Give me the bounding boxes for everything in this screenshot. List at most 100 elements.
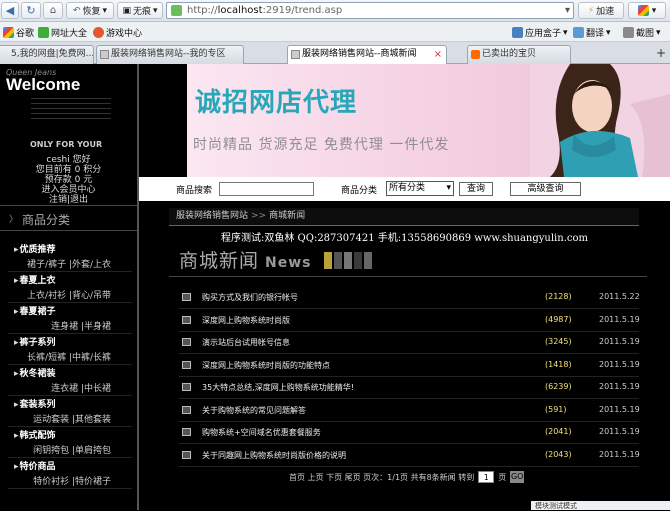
tab-sold-items[interactable]: 已卖出的宝贝 — [467, 45, 571, 64]
category-item[interactable]: 特价商品 — [14, 459, 56, 472]
google-icon — [3, 27, 14, 38]
page-icon — [100, 50, 109, 59]
favorite-google[interactable]: 谷歌 — [3, 26, 34, 39]
screenshot-button[interactable]: 截图 ▾ — [623, 26, 661, 39]
promo-banner[interactable]: 诚招网店代理 时尚精品 货源充足 免费代理 一件代发 — [187, 64, 670, 177]
subcategory-links[interactable]: 闲钥挎包 |单肩挎包 — [33, 443, 111, 456]
tab-strip: 5,我的网盘|免费网... 服装网络销售网站--我的专区 服装网络销售网站--商… — [0, 42, 670, 65]
favorite-sites[interactable]: 网址大全 — [38, 26, 87, 39]
news-title-link[interactable]: 演示站后台试用帐号信息 — [202, 337, 290, 348]
refresh-icon: ↻ — [26, 4, 36, 17]
section-title-en: News — [265, 255, 312, 271]
tab-label: 5,我的网盘|免费网... — [11, 49, 94, 59]
category-divider — [8, 395, 132, 396]
news-row: 关于同趣网上购物系统时尚版价格的说明 (2043) 2011.5.19 — [179, 445, 640, 467]
news-title-link[interactable]: 关于购物系统的常见问题解答 — [202, 405, 306, 416]
category-item[interactable]: 优质推荐 — [14, 242, 56, 255]
banner-title: 诚招网店代理 — [195, 88, 358, 118]
subcategory-links[interactable]: 长裤/短裤 |中裤/长裤 — [27, 350, 111, 363]
tab-my-zone[interactable]: 服装网络销售网站--我的专区 — [96, 45, 244, 64]
news-date: 2011.5.19 — [599, 427, 640, 436]
search-engine-button[interactable]: ▾ — [628, 2, 666, 19]
new-tab-button[interactable]: + — [656, 46, 668, 60]
chevron-down-icon: ▾ — [651, 5, 657, 16]
category-item[interactable]: 秋冬裙装 — [14, 366, 56, 379]
news-title-link[interactable]: 关于同趣网上购物系统时尚版价格的说明 — [202, 450, 346, 461]
search-button[interactable]: 查询 — [459, 182, 493, 196]
page-input[interactable]: 1 — [478, 471, 495, 483]
subcategory-links[interactable]: 裙子/裤子 |外套/上衣 — [27, 257, 111, 270]
category-item[interactable]: 套装系列 — [14, 397, 56, 410]
subcategory-links[interactable]: 上衣/衬衫 |背心/吊带 — [27, 288, 111, 301]
favorite-games[interactable]: 游戏中心 — [93, 26, 142, 39]
logout-link[interactable]: 注销|退出 — [0, 192, 137, 205]
news-view-count: (6239) — [545, 382, 572, 391]
search-input[interactable] — [219, 182, 314, 196]
accelerate-label: 加速 — [596, 7, 615, 17]
news-view-count: (2128) — [545, 292, 572, 301]
category-item[interactable]: 裤子系列 — [14, 335, 56, 348]
product-search-label: 商品搜索 — [176, 186, 213, 196]
news-title-link[interactable]: 深度网上购物系统时尚版的功能特点 — [202, 360, 330, 371]
page-suffix: 页 — [498, 472, 507, 482]
home-button[interactable]: ⌂ — [43, 2, 63, 19]
accelerate-button[interactable]: ⚡ 加速 — [578, 2, 624, 19]
back-icon: ◀ — [5, 4, 15, 17]
category-divider — [8, 426, 132, 427]
subcategory-links[interactable]: 特价衬衫 |特价裙子 — [33, 474, 111, 487]
tab-label: 服装网络销售网站--商城新闻 — [302, 49, 417, 59]
main-content: 诚招网店代理 时尚精品 货源充足 免费代理 一件代发 商品搜索 商品分类 所有分… — [139, 64, 670, 510]
apps-box-button[interactable]: 应用盒子 ▾ — [512, 26, 568, 39]
category-divider — [8, 302, 132, 303]
pager-text[interactable]: 首页 上页 下页 尾页 页次：1/1页 共有8条新闻 转到 — [289, 472, 474, 483]
category-item[interactable]: 春夏上衣 — [14, 273, 56, 286]
google-icon — [637, 5, 649, 16]
subcategory-links[interactable]: 连衣裙 |中长裙 — [51, 381, 111, 394]
category-header: 〉 商品分类 — [0, 205, 137, 231]
arrow-icon: 〉 — [9, 215, 19, 225]
category-title: 商品分类 — [22, 213, 71, 227]
news-title-link[interactable]: 购物系统+空间域名优惠套餐服务 — [202, 427, 321, 438]
category-select[interactable]: 所有分类 — [386, 181, 454, 196]
model-photo — [530, 64, 670, 177]
news-view-count: (3245) — [545, 337, 572, 346]
dropdown-icon[interactable]: ▾ — [565, 3, 570, 18]
tab-netdisk[interactable]: 5,我的网盘|免费网... — [0, 45, 94, 64]
news-view-count: (2041) — [545, 427, 572, 436]
chevron-down-icon: ▾ — [563, 27, 568, 38]
subcategory-links[interactable]: 运动套装 |其他套装 — [33, 412, 111, 425]
tab-news[interactable]: 服装网络销售网站--商城新闻 × — [287, 45, 447, 65]
category-divider — [8, 333, 132, 334]
favorite-label: 截图 — [636, 29, 655, 39]
category-divider — [8, 364, 132, 365]
news-view-count: (591) — [545, 404, 567, 414]
breadcrumb-home[interactable]: 服装网络销售网站 — [176, 211, 248, 221]
category-item[interactable]: 春夏裙子 — [14, 304, 56, 317]
restore-button[interactable]: ↶ 恢复 ▾ — [66, 2, 114, 19]
chevron-down-icon: ▾ — [606, 27, 611, 38]
category-item[interactable]: 韩式配饰 — [14, 428, 56, 441]
advanced-search-button[interactable]: 高级查询 — [510, 182, 581, 196]
apps-icon — [512, 27, 523, 38]
news-row: 关于购物系统的常见问题解答 (591) 2011.5.19 — [179, 400, 640, 422]
back-button[interactable]: ◀ — [1, 2, 19, 19]
news-row: 演示站后台试用帐号信息 (3245) 2011.5.19 — [179, 332, 640, 354]
subcategory-links[interactable]: 连身裙 |半身裙 — [51, 319, 111, 332]
news-bullet-icon — [182, 383, 191, 391]
go-button[interactable]: GO — [510, 471, 525, 483]
category-divider — [8, 457, 132, 458]
news-date: 2011.5.19 — [599, 449, 640, 459]
news-title-link[interactable]: 深度网上购物系统时尚版 — [202, 315, 290, 326]
tab-label: 已卖出的宝贝 — [482, 49, 537, 59]
news-row: 深度网上购物系统时尚版的功能特点 (1418) 2011.5.19 — [179, 355, 640, 377]
noshadow-button[interactable]: ▣ 无痕 ▾ — [117, 2, 163, 19]
news-title-link[interactable]: 购买方式及我们的银行帐号 — [202, 292, 298, 303]
news-title-link[interactable]: 35大特点总结,深度网上购物系统功能精华! — [202, 382, 354, 393]
address-bar[interactable]: http://localhost:2919/trend.asp ▾ — [166, 2, 574, 19]
page-icon — [171, 5, 182, 16]
translate-button[interactable]: 翻译 ▾ — [573, 26, 611, 39]
news-view-count: (1418) — [545, 359, 572, 369]
logo-decoration — [31, 98, 111, 132]
close-icon[interactable]: × — [434, 46, 442, 63]
refresh-button[interactable]: ↻ — [21, 2, 41, 19]
